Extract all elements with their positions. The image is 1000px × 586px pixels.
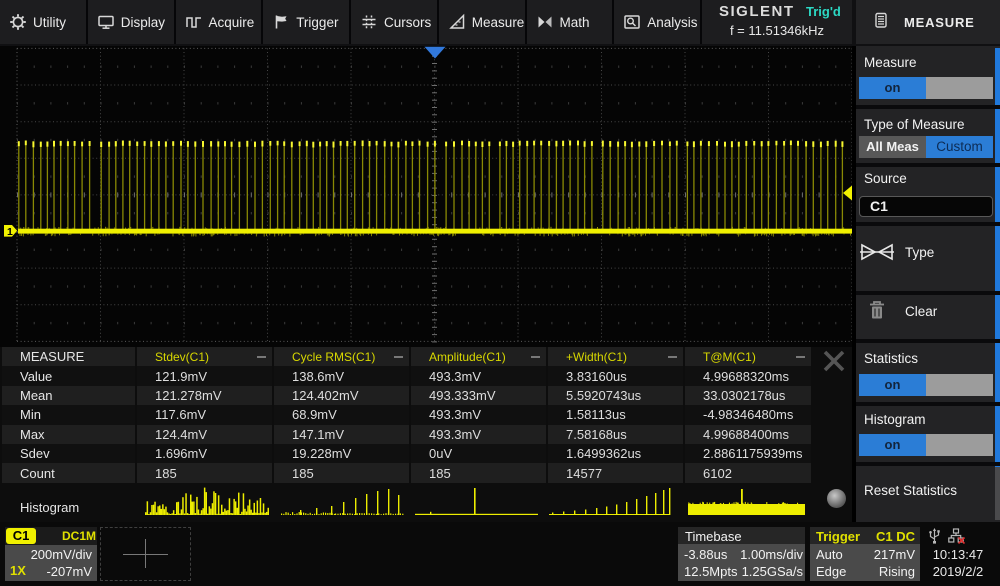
svg-text:1: 1	[7, 226, 13, 238]
